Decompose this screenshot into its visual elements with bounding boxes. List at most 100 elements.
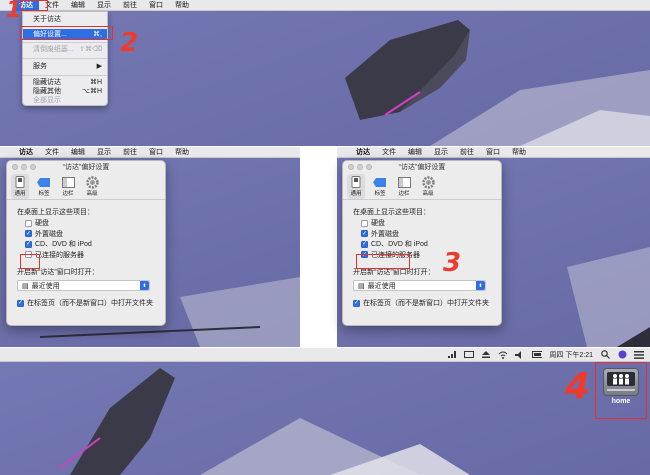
chevron-updown-icon: ⬍: [476, 281, 485, 290]
checkbox-checked[interactable]: ✓: [25, 230, 32, 238]
desktop-wallpaper: [59, 368, 470, 475]
step-label-1: 1: [6, 0, 22, 23]
menu-file[interactable]: 文件: [376, 147, 402, 158]
annotation-box-checkbox: [20, 254, 40, 269]
wifi-icon[interactable]: [498, 350, 508, 359]
step-label-4: 4: [565, 366, 591, 407]
menu-help[interactable]: 帮助: [506, 147, 532, 158]
battery-icon[interactable]: [532, 350, 543, 359]
tab-tags[interactable]: 标签: [371, 174, 389, 199]
status-menubar: 周四 下午2:21: [0, 348, 650, 362]
preferences-toolbar: 通用 标签 边栏 高级: [343, 174, 501, 200]
desktop-panel-4: [0, 348, 650, 475]
menu-item-about[interactable]: 关于访达: [23, 14, 107, 25]
checkbox-cds-dvds-ipods[interactable]: ✓ CD、DVD 和 iPod: [17, 239, 155, 250]
menu-go[interactable]: 前往: [117, 147, 143, 158]
menu-window[interactable]: 窗口: [143, 147, 169, 158]
menu-file[interactable]: 文件: [39, 147, 65, 158]
zoom-button[interactable]: [366, 164, 372, 170]
checkbox-checked[interactable]: ✓: [361, 230, 368, 238]
checkbox-checked[interactable]: ✓: [353, 299, 360, 307]
clock-text[interactable]: 周四 下午2:21: [549, 350, 593, 360]
menu-finder[interactable]: 访达: [13, 147, 39, 158]
checkbox-external-disks[interactable]: ✓ 外置磁盘: [17, 229, 155, 240]
menu-separator: [23, 58, 107, 59]
annotation-box-preferences: [20, 26, 113, 40]
step-label-2: 2: [120, 28, 139, 58]
chevron-updown-icon: ⬍: [140, 281, 149, 290]
checkbox-open-in-tabs[interactable]: ✓ 在标签页（而不是新窗口）中打开文件夹: [353, 298, 491, 309]
divider: [300, 147, 337, 347]
finder-preferences-window-left: “访达”偏好设置 通用 标签 边栏 高级 在桌面上显示这些项目： 硬盘 ✓ 外置磁…: [6, 160, 166, 326]
menu-go[interactable]: 前往: [454, 147, 480, 158]
menu-view[interactable]: 显示: [428, 147, 454, 158]
checkbox-checked[interactable]: ✓: [25, 240, 32, 248]
tab-sidebar[interactable]: 边栏: [59, 174, 77, 199]
menu-edit[interactable]: 编辑: [65, 0, 91, 11]
annotation-box-drive: [595, 362, 647, 419]
tag-icon: [37, 175, 51, 189]
eject-icon[interactable]: [481, 350, 491, 359]
search-icon[interactable]: [600, 350, 610, 359]
window-title: “访达”偏好设置: [398, 164, 446, 171]
keyboard-icon[interactable]: [464, 350, 475, 359]
volume-icon[interactable]: [515, 350, 525, 359]
menu-window[interactable]: 窗口: [480, 147, 506, 158]
menu-edit[interactable]: 编辑: [402, 147, 428, 158]
menubar-top: 访达 文件 编辑 显示 前往 窗口 帮助: [0, 0, 650, 11]
tab-general[interactable]: 通用: [347, 174, 365, 199]
menu-edit[interactable]: 编辑: [65, 147, 91, 158]
menu-item-empty-trash: 清倒废纸篓... ⇧⌘⌫: [33, 46, 102, 53]
switch-icon: [13, 175, 27, 189]
close-button[interactable]: [12, 164, 18, 170]
menu-item-services[interactable]: 服务 ▶: [23, 61, 107, 72]
gear-icon: [421, 175, 435, 189]
minimize-button[interactable]: [21, 164, 27, 170]
sidebar-icon: [397, 175, 411, 189]
checkbox-checked[interactable]: ✓: [17, 299, 24, 307]
menu-window[interactable]: 窗口: [143, 0, 169, 11]
tab-advanced[interactable]: 高级: [419, 174, 437, 199]
checkbox-hard-disks[interactable]: 硬盘: [17, 218, 155, 229]
new-window-select[interactable]: ▤ 最近使用 ⬍: [353, 280, 486, 291]
siri-icon[interactable]: [617, 350, 627, 359]
clock-folder-icon: ▤: [358, 282, 365, 290]
switch-icon: [349, 175, 363, 189]
menu-item-show-all: 全部显示: [33, 97, 61, 104]
signal-icon[interactable]: [447, 350, 457, 359]
checkbox-checked[interactable]: ✓: [361, 240, 368, 248]
step-label-3: 3: [443, 248, 462, 278]
minimize-button[interactable]: [357, 164, 363, 170]
menu-go[interactable]: 前往: [117, 0, 143, 11]
menu-view[interactable]: 显示: [91, 0, 117, 11]
checkbox-open-in-tabs[interactable]: ✓ 在标签页（而不是新窗口）中打开文件夹: [17, 298, 155, 309]
menu-separator: [23, 75, 107, 76]
zoom-button[interactable]: [30, 164, 36, 170]
new-window-heading: 开启新“访达”窗口时打开：: [17, 269, 99, 276]
checkbox-external-disks[interactable]: ✓ 外置磁盘: [353, 229, 491, 240]
tab-sidebar[interactable]: 边栏: [395, 174, 413, 199]
tag-icon: [373, 175, 387, 189]
tab-general[interactable]: 通用: [11, 174, 29, 199]
menubar-right: 访达 文件 编辑 显示 前往 窗口 帮助: [337, 147, 650, 158]
checkbox[interactable]: [361, 219, 368, 227]
preferences-toolbar: 通用 标签 边栏 高级: [7, 174, 165, 200]
window-controls[interactable]: [348, 164, 372, 170]
checkbox[interactable]: [25, 219, 32, 227]
menu-view[interactable]: 显示: [91, 147, 117, 158]
window-controls[interactable]: [12, 164, 36, 170]
menu-separator: [23, 42, 107, 43]
menu-help[interactable]: 帮助: [169, 0, 195, 11]
new-window-select[interactable]: ▤ 最近使用 ⬍: [17, 280, 150, 291]
tab-tags[interactable]: 标签: [35, 174, 53, 199]
list-icon[interactable]: [634, 350, 644, 359]
close-button[interactable]: [348, 164, 354, 170]
window-titlebar: “访达”偏好设置: [343, 161, 501, 174]
menubar-left: 访达 文件 编辑 显示 前往 窗口 帮助: [0, 147, 300, 158]
finder-preferences-window-right: “访达”偏好设置 通用 标签 边栏 高级 在桌面上显示这些项目： 硬盘 ✓ 外置磁…: [342, 160, 502, 326]
tab-advanced[interactable]: 高级: [83, 174, 101, 199]
checkbox-hard-disks[interactable]: 硬盘: [353, 218, 491, 229]
menu-help[interactable]: 帮助: [169, 147, 195, 158]
menu-finder[interactable]: 访达: [350, 147, 376, 158]
checkbox-cds-dvds-ipods[interactable]: ✓ CD、DVD 和 iPod: [353, 239, 491, 250]
